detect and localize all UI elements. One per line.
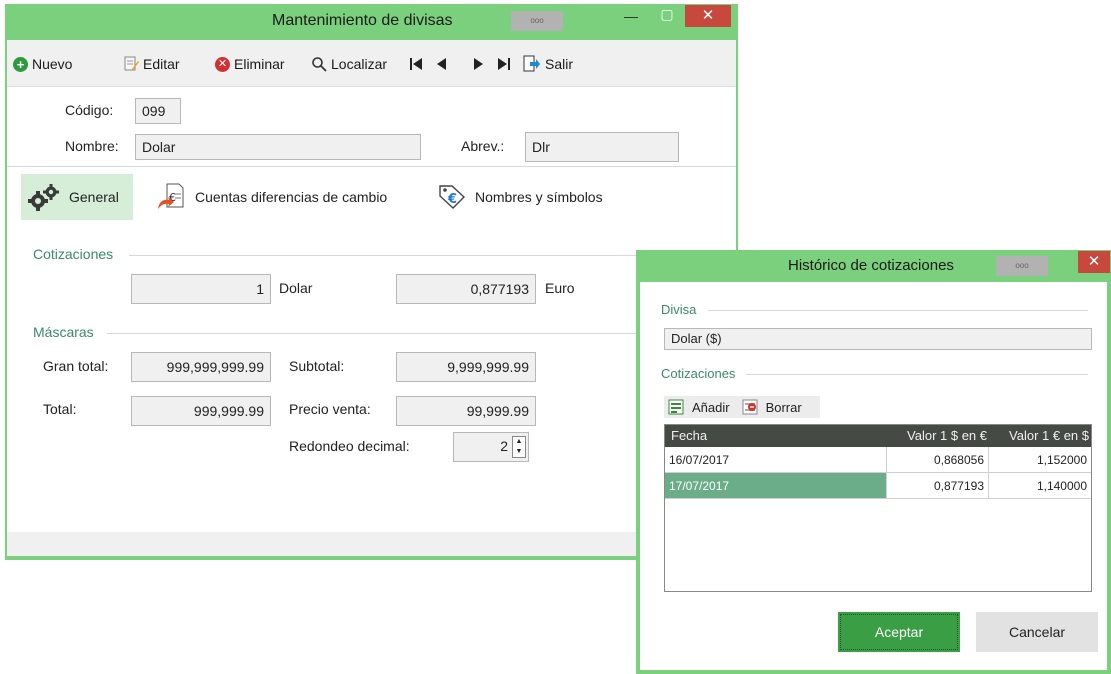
- grid-header: Fecha Valor 1 $ en € Valor 1 € en $: [665, 425, 1091, 447]
- first-icon: [410, 58, 422, 70]
- subtotal-field[interactable]: 9,999,999.99: [396, 352, 536, 382]
- delete-row-label: Borrar: [765, 399, 802, 415]
- exit-label: Salir: [545, 56, 574, 72]
- next-record-button[interactable]: [472, 54, 486, 74]
- grand-total-field[interactable]: 999,999,999.99: [131, 352, 271, 382]
- delete-row-button[interactable]: Borrar: [742, 399, 802, 415]
- date-cell[interactable]: 17/07/2017: [665, 473, 887, 498]
- currency-field[interactable]: Dolar ($): [664, 328, 1092, 350]
- find-label: Localizar: [331, 56, 388, 72]
- toolbar: + Nuevo Editar ✕ Eliminar Localizar Sali…: [7, 40, 736, 87]
- add-row-icon: [668, 399, 684, 415]
- status-bar: [7, 532, 736, 556]
- currency-section-line: [708, 310, 1088, 311]
- abbreviation-label: Abrev.:: [461, 138, 505, 154]
- code-label: Código:: [65, 102, 114, 118]
- title-badge: ooo: [511, 11, 563, 31]
- masks-section-title: Máscaras: [33, 324, 94, 340]
- stepper-arrows[interactable]: ▲ ▼: [512, 436, 526, 458]
- abbreviation-field[interactable]: Dlr: [525, 132, 679, 162]
- name-field[interactable]: Dolar: [135, 134, 421, 160]
- grid-toolbar: Añadir Borrar: [664, 396, 820, 418]
- delete-icon: ✕: [215, 56, 230, 72]
- first-record-button[interactable]: [408, 54, 424, 74]
- last-record-button[interactable]: [496, 54, 512, 74]
- rounding-label: Redondeo decimal:: [289, 438, 410, 454]
- column-date[interactable]: Fecha: [671, 428, 707, 443]
- new-label: Nuevo: [32, 56, 73, 72]
- code-field[interactable]: 099: [135, 98, 181, 124]
- column-usd-eur[interactable]: Valor 1 $ en €: [887, 428, 987, 443]
- stepper-down-icon[interactable]: ▼: [513, 447, 525, 457]
- quote-currency-left-label: Dolar: [279, 280, 313, 296]
- rounding-stepper[interactable]: 2 ▲ ▼: [453, 432, 529, 462]
- total-field[interactable]: 999,999.99: [131, 396, 271, 426]
- rounding-value: 2: [500, 438, 508, 454]
- exit-icon: [523, 55, 540, 72]
- cancel-button[interactable]: Cancelar: [976, 612, 1098, 652]
- search-icon: [312, 57, 327, 72]
- exit-button[interactable]: Salir: [523, 54, 573, 74]
- tab-general[interactable]: General: [21, 174, 133, 220]
- new-button[interactable]: + Nuevo: [13, 54, 72, 74]
- quotes-grid: Fecha Valor 1 $ en € Valor 1 € en $ 16/0…: [664, 424, 1092, 592]
- history-quotes-section-line: [746, 374, 1088, 375]
- accept-button[interactable]: Aceptar: [838, 612, 960, 652]
- eur-usd-cell[interactable]: 1,140000: [989, 473, 1091, 498]
- edit-button[interactable]: Editar: [123, 54, 180, 74]
- subtotal-label: Subtotal:: [289, 358, 345, 374]
- find-button[interactable]: Localizar: [311, 54, 387, 74]
- quote-amount-right-field[interactable]: 0,877193: [396, 274, 536, 304]
- sale-price-field[interactable]: 99,999.99: [396, 396, 536, 426]
- quote-currency-right-label: Euro: [545, 280, 575, 296]
- table-row[interactable]: 16/07/2017 0,868056 1,152000: [665, 447, 1091, 473]
- close-button[interactable]: ✕: [685, 5, 731, 27]
- add-icon: +: [13, 56, 28, 72]
- history-title-badge: ooo: [996, 256, 1048, 276]
- delete-row-icon: [742, 399, 758, 415]
- minimize-button[interactable]: —: [617, 8, 645, 24]
- gears-icon: [28, 184, 59, 211]
- history-quotes-section-title: Cotizaciones: [661, 366, 736, 381]
- grand-total-label: Gran total:: [43, 358, 109, 374]
- tab-general-label: General: [69, 189, 119, 205]
- edit-icon: [124, 56, 139, 71]
- column-eur-usd[interactable]: Valor 1 € en $: [989, 428, 1089, 443]
- history-client-area: Divisa Dolar ($) Cotizaciones Añadir Bor…: [640, 282, 1107, 670]
- tab-names-symbols[interactable]: € Nombres y símbolos: [431, 174, 635, 220]
- name-label: Nombre:: [65, 138, 119, 154]
- history-window: Histórico de cotizaciones ooo ✕ Divisa D…: [636, 250, 1111, 674]
- previous-icon: [437, 58, 446, 70]
- last-icon: [498, 58, 510, 70]
- main-window: Mantenimiento de divisas ooo — ▢ ✕ + Nue…: [5, 4, 738, 560]
- usd-eur-cell[interactable]: 0,868056: [887, 447, 989, 472]
- usd-eur-cell[interactable]: 0,877193: [887, 473, 989, 498]
- delete-button[interactable]: ✕ Eliminar: [215, 54, 285, 74]
- quotes-section-title: Cotizaciones: [33, 246, 114, 262]
- main-client-area: + Nuevo Editar ✕ Eliminar Localizar Sali…: [7, 40, 736, 556]
- sale-price-label: Precio venta:: [289, 401, 371, 417]
- tab-exchange-accounts-label: Cuentas diferencias de cambio: [195, 189, 388, 205]
- maximize-button[interactable]: ▢: [653, 6, 681, 23]
- edit-label: Editar: [143, 56, 180, 72]
- history-close-button[interactable]: ✕: [1078, 251, 1110, 273]
- quote-amount-left-field[interactable]: 1: [131, 274, 271, 304]
- eur-usd-cell[interactable]: 1,152000: [989, 447, 1091, 472]
- add-row-label: Añadir: [692, 399, 730, 415]
- previous-record-button[interactable]: [434, 54, 448, 74]
- tab-names-symbols-label: Nombres y símbolos: [475, 189, 603, 205]
- euro-tag-icon: €: [439, 185, 466, 209]
- next-icon: [474, 58, 483, 70]
- table-row-selected[interactable]: 17/07/2017 0,877193 1,140000: [665, 473, 1091, 499]
- stepper-up-icon[interactable]: ▲: [513, 437, 525, 447]
- header-divider: [7, 166, 736, 167]
- tab-exchange-accounts[interactable]: € Cuentas diferencias de cambio: [149, 174, 419, 220]
- delete-label: Eliminar: [234, 56, 285, 72]
- total-label: Total:: [43, 401, 77, 417]
- currency-section-title: Divisa: [661, 302, 697, 317]
- svg-text:€: €: [447, 192, 457, 207]
- date-cell[interactable]: 16/07/2017: [665, 447, 887, 472]
- euro-document-icon: €: [158, 183, 184, 209]
- add-row-button[interactable]: Añadir: [668, 399, 730, 415]
